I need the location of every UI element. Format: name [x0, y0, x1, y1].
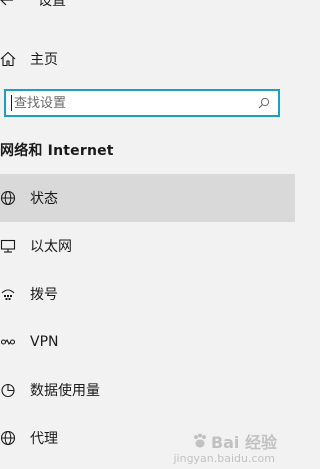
search-box[interactable] — [4, 89, 280, 117]
vpn-icon — [0, 327, 30, 357]
globe-status-icon — [0, 183, 30, 213]
ethernet-icon — [0, 231, 30, 261]
watermark-text: Bai 经验 — [210, 433, 277, 452]
window-title: 设置 — [38, 0, 66, 9]
home-icon — [0, 44, 30, 74]
nav-item-vpn[interactable]: VPN — [0, 318, 295, 366]
search-input[interactable] — [12, 92, 254, 114]
data-usage-icon — [0, 375, 30, 405]
home-label: 主页 — [30, 52, 58, 68]
settings-window: 设置 主页 网络和 Internet — [0, 0, 295, 469]
watermark-sub: jingyan.baidu.com — [173, 452, 275, 465]
search-icon[interactable] — [254, 93, 274, 113]
nav-label-vpn: VPN — [30, 334, 59, 350]
section-heading: 网络和 Internet — [0, 143, 114, 159]
nav-label-dialup: 拨号 — [30, 287, 58, 303]
nav-list: 状态 以太网 拨号 VPN 数据使用量 代理 — [0, 174, 295, 462]
home-link[interactable]: 主页 — [0, 44, 295, 74]
baidu-watermark: Bai 经验 jingyan.baidu.com — [173, 429, 277, 465]
window-title-bar: 设置 — [0, 0, 66, 11]
nav-item-status[interactable]: 状态 — [0, 174, 295, 222]
nav-label-status: 状态 — [30, 191, 58, 207]
nav-label-data-usage: 数据使用量 — [30, 383, 100, 399]
baidu-paw-icon — [193, 433, 206, 448]
nav-label-ethernet: 以太网 — [30, 239, 72, 255]
dialup-icon — [0, 279, 30, 309]
nav-item-data-usage[interactable]: 数据使用量 — [0, 366, 295, 414]
nav-item-ethernet[interactable]: 以太网 — [0, 222, 295, 270]
nav-item-dialup[interactable]: 拨号 — [0, 270, 295, 318]
proxy-globe-icon — [0, 423, 30, 453]
back-arrow-icon[interactable] — [0, 0, 30, 11]
nav-label-proxy: 代理 — [30, 431, 58, 447]
